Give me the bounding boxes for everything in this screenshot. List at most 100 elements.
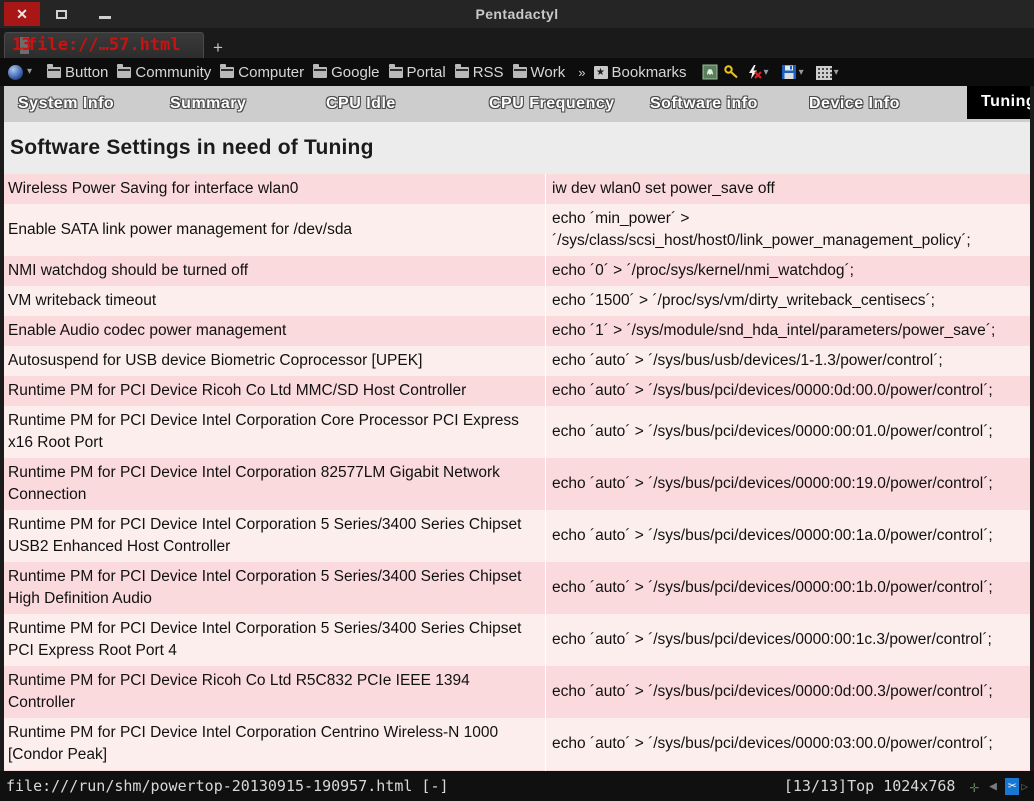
- folder-icon: [313, 67, 327, 78]
- tuning-table: Wireless Power Saving for interface wlan…: [4, 174, 1030, 771]
- table-row[interactable]: Enable SATA link power management for /d…: [4, 204, 1030, 256]
- bookmarks-menu-button[interactable]: ★ Bookmarks: [594, 65, 687, 80]
- tab-cpu-idle[interactable]: CPU Idle: [326, 89, 396, 119]
- close-button[interactable]: ✕: [4, 2, 40, 26]
- tuning-command: echo ´auto´ > ´/sys/bus/pci/devices/0000…: [546, 510, 1031, 562]
- bookmark-folder-button[interactable]: Button: [47, 65, 108, 80]
- chevron-down-icon[interactable]: ▾: [834, 67, 839, 78]
- bookmark-home-globe[interactable]: ▾: [8, 65, 38, 80]
- bookmark-folder-community[interactable]: Community: [117, 65, 211, 80]
- table-row[interactable]: Enable Audio codec power management echo…: [4, 316, 1030, 346]
- maximize-button[interactable]: [44, 3, 78, 25]
- tuning-description: Wireless Power Saving for interface wlan…: [4, 174, 546, 204]
- tab-software-info[interactable]: Software info: [650, 89, 758, 119]
- table-row[interactable]: Runtime PM for PCI Device Intel Corporat…: [4, 562, 1030, 614]
- tuning-command: echo ´1500´ > ´/proc/sys/vm/dirty_writeb…: [546, 286, 1031, 316]
- minimize-button[interactable]: [88, 3, 122, 25]
- tuning-command: echo ´auto´ > ´/sys/bus/usb/devices/1-1.…: [546, 346, 1031, 376]
- floppy-disk-glyph: [781, 64, 797, 80]
- folder-icon: [117, 67, 131, 78]
- table-row[interactable]: Wireless Power Saving for interface wlan…: [4, 174, 1030, 204]
- table-row[interactable]: Runtime PM for PCI Device Intel Corporat…: [4, 614, 1030, 666]
- key-icon[interactable]: [724, 64, 740, 80]
- close-icon: ✕: [16, 7, 28, 21]
- bookmarks-menu-label: Bookmarks: [612, 65, 687, 80]
- save-icon[interactable]: [781, 64, 797, 80]
- bookmark-label: Computer: [238, 65, 304, 80]
- chevron-down-icon[interactable]: ▾: [764, 67, 769, 78]
- table-row[interactable]: Runtime PM for PCI Device Intel Corporat…: [4, 510, 1030, 562]
- bookmark-label: Button: [65, 65, 108, 80]
- minimize-icon: [99, 16, 111, 19]
- tuning-command: echo ´auto´ > ´/sys/bus/pci/devices/0000…: [546, 666, 1031, 718]
- back-arrow-icon[interactable]: ◀: [989, 779, 997, 794]
- status-badge[interactable]: ✂: [1005, 778, 1019, 795]
- tab-cpu-frequency[interactable]: CPU Frequency: [489, 89, 615, 119]
- powertop-nav-tabs: System Info Summary CPU Idle CPU Frequen…: [4, 86, 1030, 122]
- folder-icon: [389, 67, 403, 78]
- table-row[interactable]: Runtime PM for PCI Device Intel Corporat…: [4, 406, 1030, 458]
- status-url[interactable]: file:///run/shm/powertop-20130915-190957…: [6, 777, 449, 795]
- chevron-down-icon[interactable]: ▾: [799, 67, 804, 78]
- tuning-description: Runtime PM for PCI Device Intel Corporat…: [4, 718, 546, 770]
- browser-tab-active[interactable]: 13 file://…57.html: [4, 32, 204, 58]
- table-row[interactable]: NMI watchdog should be turned off echo ´…: [4, 256, 1030, 286]
- chevron-down-icon: ▾: [27, 67, 32, 77]
- ghostery-icon[interactable]: [702, 64, 718, 80]
- star-icon: ★: [594, 66, 608, 79]
- tuning-description: Runtime PM for PCI Device Intel Corporat…: [4, 510, 546, 562]
- tuning-command: echo ´auto´ > ´/sys/bus/pci/devices/0000…: [546, 770, 1031, 771]
- tuning-description: Runtime PM for PCI Device Ricoh Co Ltd M…: [4, 376, 546, 406]
- bookmark-label: Work: [531, 65, 566, 80]
- tuning-command: echo ´auto´ > ´/sys/bus/pci/devices/0000…: [546, 614, 1031, 666]
- bookmarks-overflow-icon[interactable]: »: [578, 65, 585, 80]
- tuning-description: Runtime PM for PCI Device Intel Corporat…: [4, 406, 546, 458]
- table-row[interactable]: Runtime PM for PCI Device Ricoh Co Ltd R…: [4, 666, 1030, 718]
- tuning-description: Runtime PM for PCI Device Ricoh Co Ltd R…: [4, 666, 546, 718]
- tuning-command: echo ´min_power´ > ´/sys/class/scsi_host…: [546, 204, 1031, 256]
- tab-title: file://…57.html: [27, 35, 181, 55]
- maximize-icon: [56, 10, 67, 19]
- flash-disabled-glyph: [746, 64, 762, 80]
- qr-code-icon[interactable]: [816, 64, 832, 79]
- globe-icon: [8, 65, 23, 80]
- bookmark-label: Google: [331, 65, 379, 80]
- tuning-command: echo ´auto´ > ´/sys/bus/pci/devices/0000…: [546, 718, 1031, 770]
- tuning-description: Runtime PM for PCI Device Intel Corporat…: [4, 458, 546, 510]
- qr-grid-glyph: [816, 66, 832, 80]
- tuning-command: echo ´auto´ > ´/sys/bus/pci/devices/0000…: [546, 406, 1031, 458]
- tab-tuning[interactable]: Tuning: [967, 86, 1034, 119]
- tuning-description: Runtime PM for PCI Device Intel Corporat…: [4, 562, 546, 614]
- tuning-description: Enable SATA link power management for /d…: [4, 204, 546, 256]
- table-row[interactable]: Runtime PM for PCI Device Ricoh Co Ltd M…: [4, 376, 1030, 406]
- tab-device-info[interactable]: Device Info: [809, 89, 900, 119]
- window-controls: ✕: [0, 0, 122, 28]
- table-row[interactable]: VM writeback timeout echo ´1500´ > ´/pro…: [4, 286, 1030, 316]
- tab-number: 13: [12, 35, 30, 55]
- folder-icon: [513, 67, 527, 78]
- tuning-command: echo ´auto´ > ´/sys/bus/pci/devices/0000…: [546, 458, 1031, 510]
- table-row[interactable]: Runtime PM for PCI Device Intel Corporat…: [4, 458, 1030, 510]
- tuning-description: NMI watchdog should be turned off: [4, 256, 546, 286]
- flashblock-icon[interactable]: [746, 64, 762, 80]
- bookmark-folder-portal[interactable]: Portal: [389, 65, 446, 80]
- bookmark-folder-rss[interactable]: RSS: [455, 65, 504, 80]
- tuning-description: Runtime PM for PCI Device Intel Corporat…: [4, 614, 546, 666]
- table-row[interactable]: Runtime PM for PCI Device Intel Corporat…: [4, 770, 1030, 771]
- tuning-command: echo ´auto´ > ´/sys/bus/pci/devices/0000…: [546, 376, 1031, 406]
- tab-system-info[interactable]: System Info: [18, 89, 114, 119]
- tuning-description: Enable Audio codec power management: [4, 316, 546, 346]
- tuning-command: echo ´auto´ > ´/sys/bus/pci/devices/0000…: [546, 562, 1031, 614]
- add-icon[interactable]: ✛: [969, 777, 979, 796]
- forward-arrow-icon[interactable]: ▷: [1021, 780, 1028, 793]
- table-row[interactable]: Autosuspend for USB device Biometric Cop…: [4, 346, 1030, 376]
- tab-summary[interactable]: Summary: [170, 89, 246, 119]
- bookmarks-toolbar: ▾ Button Community Computer Google Porta…: [0, 58, 1034, 86]
- table-row[interactable]: Runtime PM for PCI Device Intel Corporat…: [4, 718, 1030, 770]
- bookmark-folder-work[interactable]: Work: [513, 65, 566, 80]
- tuning-command: echo ´1´ > ´/sys/module/snd_hda_intel/pa…: [546, 316, 1031, 346]
- new-tab-button[interactable]: +: [213, 39, 223, 56]
- bookmark-folder-computer[interactable]: Computer: [220, 65, 304, 80]
- bookmark-label: Portal: [407, 65, 446, 80]
- bookmark-folder-google[interactable]: Google: [313, 65, 379, 80]
